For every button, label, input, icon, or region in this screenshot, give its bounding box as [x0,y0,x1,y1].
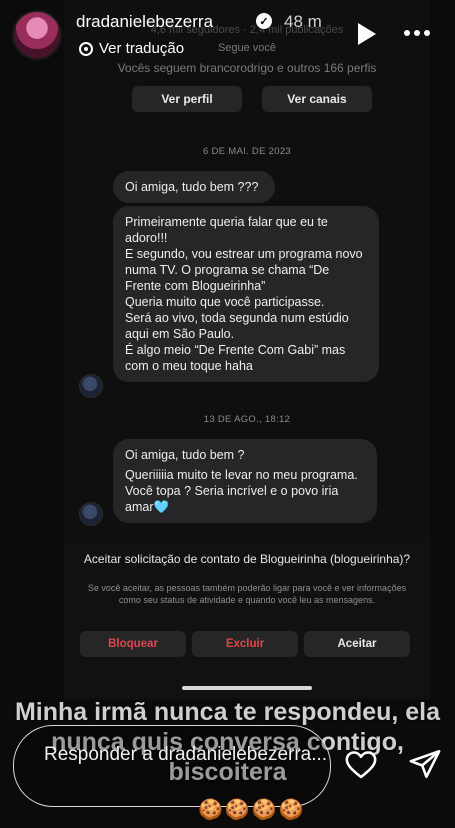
delete-button: Excluir [192,631,298,657]
request-title: Aceitar solicitação de contato de Blogue… [83,552,411,566]
message-text: Queriiiiia muito te levar no meu program… [125,468,358,514]
message-text: Oi amiga, tudo bem ? [125,448,245,462]
send-icon[interactable] [407,747,443,781]
play-icon[interactable] [358,23,376,45]
verified-icon: ✓ [256,13,272,29]
message-bubble: Oi amiga, tudo bem ? Queriiiiia muito te… [113,439,377,523]
message-bubble: Primeiramente queria falar que eu te ado… [113,206,379,382]
story-viewer: 4,6 mil seguidores · 2,4 mil publicações… [0,0,455,828]
profile-buttons: Ver perfil Ver canais [132,86,372,112]
story-time: 48 m [284,12,322,31]
request-body: Se você aceitar, as pessoas também poder… [87,583,407,605]
message-request-panel: Aceitar solicitação de contato de Blogue… [64,538,430,698]
story-username[interactable]: dradanielebezerra [76,12,213,32]
heart-icon[interactable] [343,748,379,782]
story-author-avatar[interactable] [12,10,62,60]
more-icon[interactable] [404,30,430,36]
translate-button[interactable]: Ver tradução [79,40,184,57]
translate-label: Ver tradução [99,40,185,57]
story-header: dradanielebezerra ✓ 48 m Ver tradução [0,0,455,70]
message-bubble: Oi amiga, tudo bem ??? [113,171,275,203]
view-profile-button: Ver perfil [132,86,242,112]
home-indicator [182,686,312,690]
dm-screenshot: 4,6 mil seguidores · 2,4 mil publicações… [64,0,430,700]
date-separator: 13 DE AGO., 18:12 [203,414,291,425]
date-separator: 6 DE MAI. DE 2023 [203,146,291,157]
translate-icon [79,41,93,56]
view-channels-button: Ver canais [262,86,372,112]
caption-emojis: 🍪🍪🍪🍪 [198,799,306,821]
sender-avatar [79,502,103,526]
reply-input[interactable]: Responder a dradanielebezerra... [13,725,331,807]
block-button: Bloquear [80,631,186,657]
sender-avatar [79,374,103,398]
request-actions: Bloquear Excluir Aceitar [80,631,410,657]
accept-button: Aceitar [304,631,410,657]
reply-placeholder: Responder a dradanielebezerra... [44,744,328,765]
